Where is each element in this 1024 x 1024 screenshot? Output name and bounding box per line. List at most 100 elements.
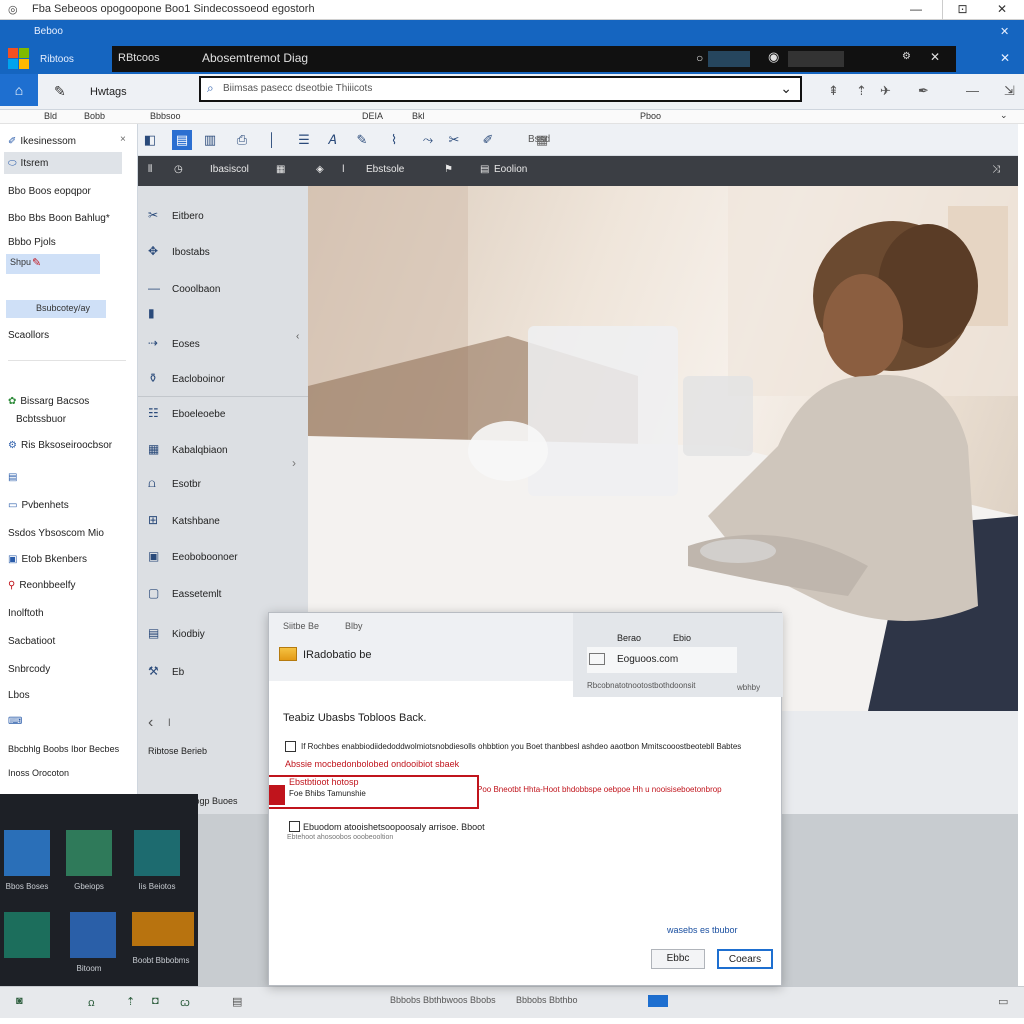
left-pane-item[interactable]: Inoss Orocoton bbox=[8, 768, 69, 778]
left-pane-item[interactable]: ✿ Bissarg Bacsos bbox=[8, 396, 89, 407]
tag-icon[interactable]: ◈ bbox=[316, 164, 324, 175]
close-icon[interactable]: ✕ bbox=[1000, 51, 1010, 65]
app-tile[interactable] bbox=[70, 912, 116, 958]
side-action[interactable]: wbhby bbox=[737, 683, 760, 692]
app-tile[interactable] bbox=[132, 912, 194, 946]
cut-icon[interactable]: ✂ bbox=[444, 130, 464, 150]
document-icon[interactable]: ▤ bbox=[172, 130, 192, 150]
pen-icon[interactable]: ✒ bbox=[918, 83, 929, 99]
option-checkbox[interactable] bbox=[285, 741, 296, 752]
dialog-tab[interactable]: Siitbe Be bbox=[283, 621, 319, 631]
side-tab[interactable]: Ebio bbox=[673, 633, 691, 643]
left-pane-item[interactable]: Lbos bbox=[8, 690, 30, 701]
dialog-tab[interactable]: Blby bbox=[345, 621, 363, 631]
left-pane-item[interactable]: Snbrcody bbox=[8, 664, 50, 675]
nav-pane-item[interactable]: ⊞ Katshbane bbox=[148, 513, 220, 527]
app-tile[interactable] bbox=[4, 912, 50, 958]
left-pane-item[interactable]: ⬭ Itsrem bbox=[8, 158, 48, 169]
command-item[interactable]: Bbbsoo bbox=[150, 111, 181, 121]
calendar-icon[interactable]: ▤ bbox=[480, 164, 489, 175]
nav-pane-icon[interactable]: ▮ bbox=[148, 306, 172, 320]
store-icon[interactable]: ◘ bbox=[152, 995, 159, 1007]
text-icon[interactable]: 𝐴 bbox=[322, 130, 342, 150]
close-button[interactable]: ✕ bbox=[982, 0, 1022, 20]
print-icon[interactable]: ⎙ bbox=[232, 130, 252, 150]
app-tile[interactable] bbox=[66, 830, 112, 876]
taskbar-item[interactable]: Bbbobs Bbthbwoos Bbobs bbox=[390, 995, 496, 1005]
left-pane-item[interactable]: Sacbatioot bbox=[8, 636, 55, 647]
left-pane-item[interactable]: Bbcbhlg Boobs Ibor Becbes bbox=[8, 744, 119, 754]
command-item[interactable]: Bobb bbox=[84, 111, 105, 121]
ribbon-tab[interactable]: Beboo bbox=[34, 26, 63, 37]
left-pane-item[interactable]: ▣ Etob Bkenbers bbox=[8, 554, 87, 565]
left-pane-item[interactable]: Scaollors bbox=[8, 330, 49, 341]
dark-bar-item[interactable]: Ibasiscol bbox=[210, 164, 249, 175]
command-item[interactable]: Pboo bbox=[640, 111, 661, 121]
search-input[interactable]: ⌕ Biimsas pasecc dseotbie Thiiicots ⌄ bbox=[199, 76, 802, 102]
left-pane-icon[interactable]: ⌨ bbox=[8, 716, 26, 727]
nav-pane-footer[interactable]: Ribtose Berieb bbox=[148, 746, 207, 756]
left-pane-item[interactable]: Bbo Bbs Boon Bahlug* bbox=[8, 213, 110, 224]
dark-bar-item[interactable]: Ebstsole bbox=[366, 164, 404, 175]
nav-pane-item[interactable]: ✥ Ibostabs bbox=[148, 244, 210, 258]
collapse-icon[interactable]: ‹ bbox=[296, 331, 299, 342]
left-pane-item[interactable]: ⚲ Reonbbeelfy bbox=[8, 580, 75, 591]
flag-icon[interactable]: ⚑ bbox=[444, 164, 453, 175]
info-icon[interactable]: ǀ bbox=[342, 164, 345, 175]
left-pane-item[interactable]: Bcbtssbuor bbox=[16, 414, 66, 425]
cancel-button[interactable]: Ebbc bbox=[651, 949, 705, 969]
app-tile[interactable] bbox=[4, 830, 50, 876]
nav-pane-item[interactable]: ⩍ Esotbr bbox=[148, 476, 201, 491]
back-icon[interactable]: ◧ bbox=[140, 130, 160, 150]
tool-icon[interactable]: ✈ bbox=[880, 83, 891, 99]
nav-pane-item[interactable]: ⚒ Eb bbox=[148, 664, 184, 678]
command-item[interactable]: Bkl bbox=[412, 111, 425, 121]
address-field[interactable]: RBtcoos Abosemtremot Diag ○ ◉ ⚙ ✕ bbox=[112, 46, 956, 72]
nav-pane-item[interactable]: ▢ Eassetemlt bbox=[148, 586, 221, 600]
nav-home-label[interactable]: Hwtags bbox=[90, 86, 127, 98]
left-pane-item[interactable]: Inolftoth bbox=[8, 608, 44, 619]
highlighted-field[interactable]: Ebstbtioot hotosp Foe Bhibs Tamunshie bbox=[269, 775, 479, 809]
nav-pane-item[interactable]: ✂ Eitbero bbox=[148, 208, 204, 222]
table-icon[interactable]: ▦ bbox=[276, 164, 285, 175]
ribbon-tab[interactable]: Ribtoos bbox=[40, 54, 74, 65]
format-icon[interactable]: ☰ bbox=[294, 130, 314, 150]
left-pane-highlight[interactable]: Bsubcotey/ay bbox=[6, 300, 106, 318]
side-field[interactable]: Eoguoos.com bbox=[587, 647, 737, 673]
nav-pane-item[interactable]: ▣ Eeoboboonoer bbox=[148, 549, 238, 563]
close-icon[interactable]: ✕ bbox=[1000, 25, 1009, 38]
close-icon[interactable]: ✕ bbox=[930, 50, 940, 64]
nav-pane-item[interactable]: ⚱ Eacloboinor bbox=[148, 371, 225, 385]
dark-bar-item[interactable]: Eoolion bbox=[494, 164, 527, 175]
close-icon[interactable]: × bbox=[120, 134, 126, 145]
doc-icon[interactable]: ▤ bbox=[232, 995, 242, 1008]
app-tile[interactable] bbox=[134, 830, 180, 876]
minimize-icon[interactable]: — bbox=[966, 83, 979, 98]
brush-icon[interactable]: ⌇ bbox=[384, 130, 404, 150]
minimize-button[interactable]: — bbox=[896, 0, 936, 20]
left-pane-icon[interactable]: ▤ bbox=[8, 472, 21, 483]
pen-icon[interactable]: ✎ bbox=[352, 130, 372, 150]
ok-button[interactable]: Coears bbox=[717, 949, 773, 969]
nav-pane-item[interactable]: ☷ Eboeleoebe bbox=[148, 406, 225, 420]
settings-icon[interactable]: ⚙ bbox=[902, 51, 911, 62]
cursor-icon[interactable]: ⇡ bbox=[856, 83, 867, 99]
back-icon[interactable]: ‹ bbox=[148, 714, 153, 732]
pin-icon[interactable]: ✎ bbox=[54, 83, 66, 100]
command-item[interactable]: Bld bbox=[44, 111, 57, 121]
book-icon[interactable]: ▥ bbox=[200, 130, 220, 150]
timer-icon[interactable]: ◷ bbox=[174, 164, 183, 175]
notification-icon[interactable]: ▭ bbox=[998, 995, 1008, 1008]
nav-pane-item[interactable]: ▤ Kiodbiy bbox=[148, 626, 205, 640]
chevron-down-icon[interactable]: ⌄ bbox=[1000, 110, 1008, 121]
user-icon[interactable]: ◉ bbox=[768, 49, 779, 65]
expand-icon[interactable]: ⇲ bbox=[1004, 83, 1015, 99]
left-pane-item[interactable]: Bbo Boos eopqpor bbox=[8, 186, 91, 197]
link-icon[interactable]: ⤳ bbox=[418, 130, 438, 150]
pin-icon[interactable]: ⇞ bbox=[828, 83, 839, 99]
option-checkbox[interactable] bbox=[289, 821, 300, 832]
left-pane-item[interactable]: ⚙ Ris Bksoseiroocbsor bbox=[8, 440, 112, 451]
people-icon[interactable]: ꭥ bbox=[88, 995, 95, 1010]
draw-icon[interactable]: ✐ bbox=[478, 130, 498, 150]
command-item[interactable]: DEIA bbox=[362, 111, 383, 121]
